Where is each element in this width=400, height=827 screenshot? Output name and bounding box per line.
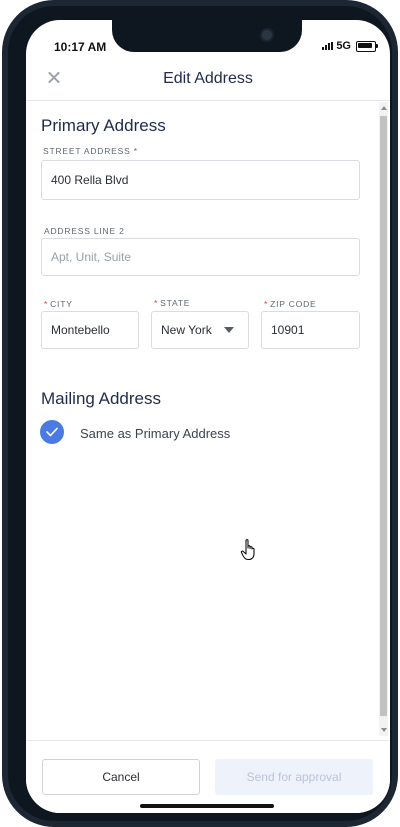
scrollbar[interactable] bbox=[379, 102, 388, 736]
city-label: * CITY bbox=[44, 299, 73, 309]
notch bbox=[112, 20, 302, 52]
street-address-value: 400 Rella Blvd bbox=[51, 173, 129, 187]
check-icon bbox=[46, 427, 58, 437]
same-as-primary-label[interactable]: Same as Primary Address bbox=[80, 426, 230, 441]
signal-icon bbox=[322, 42, 334, 50]
city-value: Montebello bbox=[51, 323, 110, 337]
modal-header: Edit Address bbox=[26, 58, 390, 101]
state-value: New York bbox=[161, 323, 212, 337]
zip-code-label: * ZIP CODE bbox=[264, 299, 317, 309]
status-indicators: 5G bbox=[322, 40, 378, 52]
zip-code-value: 10901 bbox=[271, 323, 305, 337]
network-label: 5G bbox=[336, 40, 351, 52]
battery-icon bbox=[356, 40, 378, 52]
phone-bezel: 10:17 AM 5G Edit Address Primary Address… bbox=[8, 6, 392, 821]
send-for-approval-button[interactable]: Send for approval bbox=[215, 759, 373, 795]
same-as-primary-checkbox[interactable] bbox=[40, 420, 64, 444]
state-select[interactable]: New York bbox=[151, 311, 249, 349]
address-line-2-placeholder: Apt, Unit, Suite bbox=[51, 250, 132, 264]
address-line-2-label: ADDRESS LINE 2 bbox=[44, 226, 125, 236]
primary-address-heading: Primary Address bbox=[41, 116, 166, 135]
page-title: Edit Address bbox=[163, 70, 253, 87]
camera-icon bbox=[260, 28, 274, 42]
street-address-input[interactable]: 400 Rella Blvd bbox=[41, 160, 360, 200]
address-line-2-input[interactable]: Apt, Unit, Suite bbox=[41, 238, 360, 276]
hand-pointer-icon bbox=[240, 539, 255, 561]
street-address-label: STREET ADDRESS * bbox=[43, 146, 138, 156]
phone-frame: 10:17 AM 5G Edit Address Primary Address… bbox=[2, 0, 398, 827]
city-input[interactable]: Montebello bbox=[41, 311, 139, 349]
required-mark: * bbox=[44, 299, 49, 309]
scroll-up-arrow-icon[interactable] bbox=[381, 106, 387, 110]
status-time: 10:17 AM bbox=[54, 40, 107, 54]
modal-footer: Cancel Send for approval bbox=[26, 740, 390, 813]
scroll-down-arrow-icon[interactable] bbox=[381, 728, 387, 732]
state-label: * STATE bbox=[154, 298, 191, 308]
home-indicator bbox=[140, 804, 274, 808]
mailing-address-heading: Mailing Address bbox=[41, 389, 162, 408]
required-mark: * bbox=[264, 299, 269, 309]
cancel-button[interactable]: Cancel bbox=[42, 759, 200, 795]
app-screen: 10:17 AM 5G Edit Address Primary Address… bbox=[26, 20, 390, 813]
scrollbar-thumb[interactable] bbox=[380, 116, 387, 716]
required-mark: * bbox=[154, 298, 159, 308]
zip-code-input[interactable]: 10901 bbox=[261, 311, 360, 349]
caret-down-icon bbox=[224, 327, 234, 333]
